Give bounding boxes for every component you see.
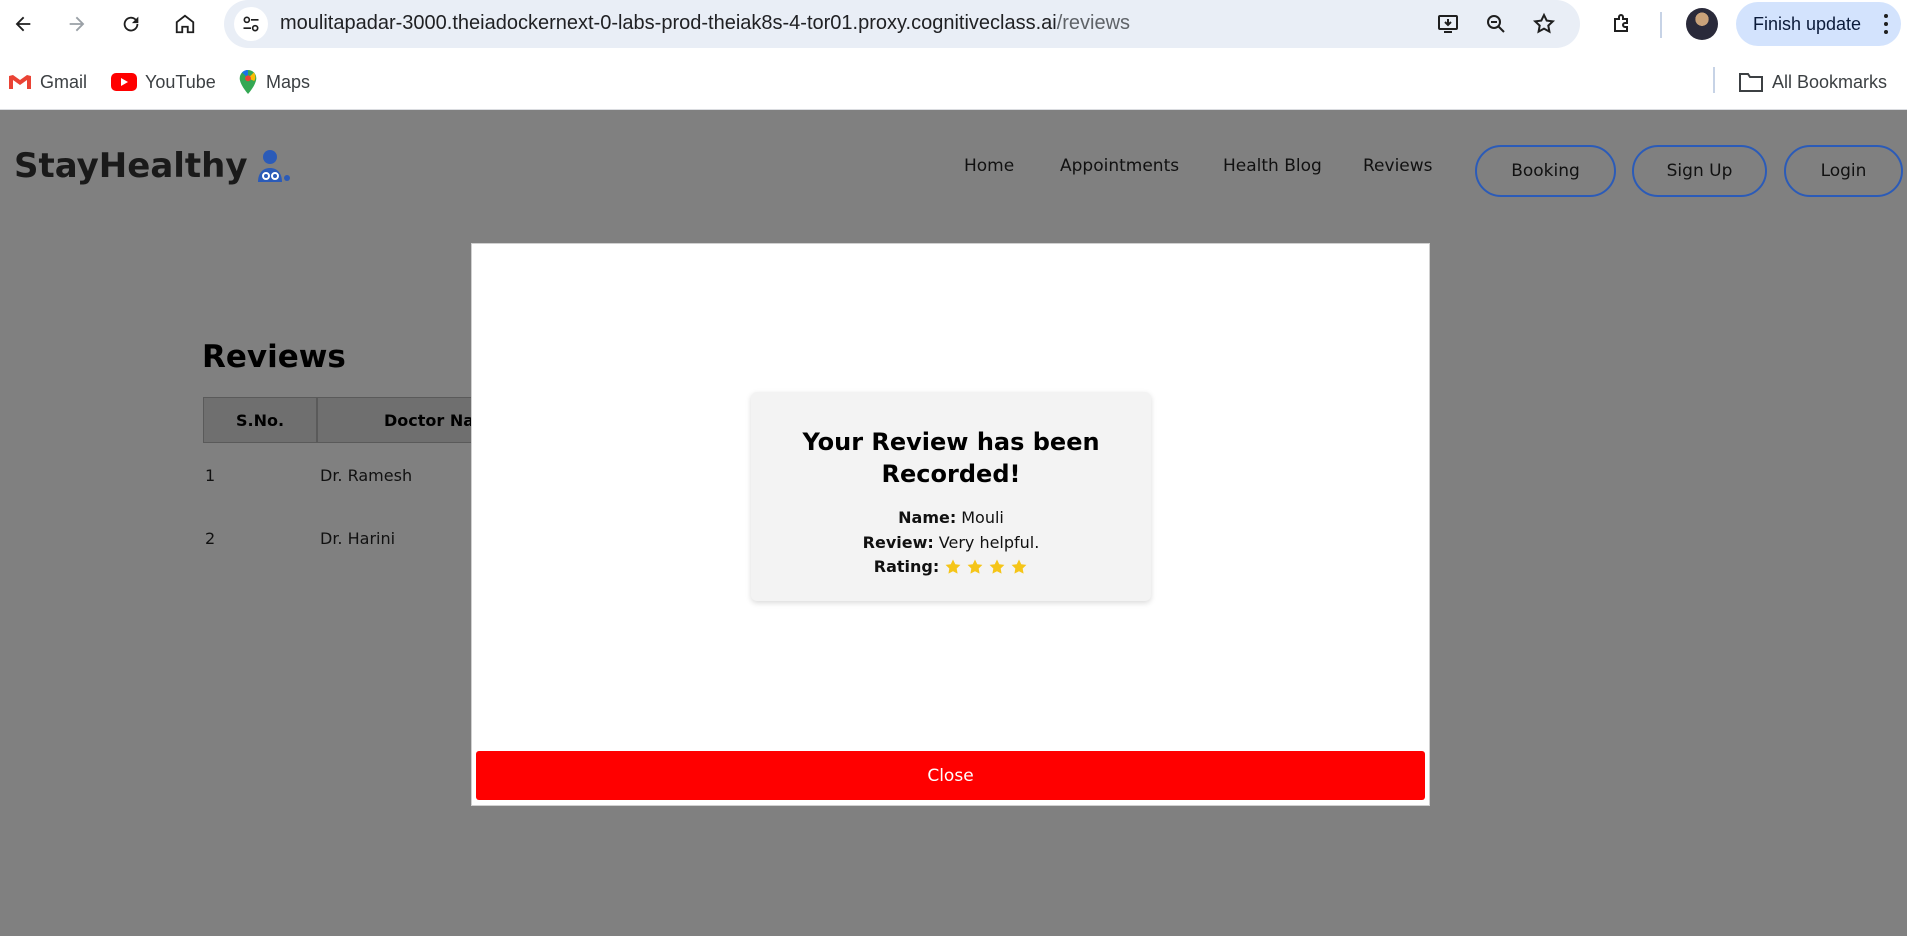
table-cell-doctor: Dr. Harini [320,529,396,548]
table-cell-sno: 2 [205,529,216,548]
profile-avatar[interactable] [1686,8,1718,40]
review-name-line: Name: Mouli [751,508,1151,527]
home-icon [175,14,195,34]
zoom-out-icon [1487,15,1505,33]
address-bar[interactable]: moulitapadar-3000.theiadockernext-0-labs… [224,0,1580,48]
column-header-sno: S.No. [203,397,317,443]
more-vert-icon [1883,14,1889,34]
all-bookmarks-button[interactable]: All Bookmarks [1738,67,1887,97]
home-button[interactable] [169,8,201,40]
rating-label: Rating: [873,557,940,576]
review-text-line: Review: Very helpful. [751,533,1151,552]
bookmark-youtube[interactable]: YouTube [111,67,216,97]
maps-icon [239,70,257,94]
site-logo[interactable]: StayHealthy [14,146,292,186]
table-cell-sno: 1 [205,466,216,485]
back-button[interactable] [7,8,39,40]
all-bookmarks-label: All Bookmarks [1772,71,1888,92]
arrow-left-icon [15,16,31,32]
install-app-button[interactable] [1434,10,1462,38]
column-header-doctor: Doctor Nar [317,397,473,443]
bookmark-label: Maps [266,71,311,92]
star-icon [945,559,961,574]
folder-icon [1739,73,1763,92]
rating-stars [944,558,1028,576]
nav-home[interactable]: Home [964,156,1014,176]
review-value: Very helpful. [938,533,1040,552]
reviews-heading: Reviews [202,339,346,375]
toolbar-divider [1660,12,1662,38]
finish-update-button[interactable]: Finish update [1736,2,1901,46]
gmail-icon [9,75,31,89]
column-header-doctor-label: Doctor Nar [384,410,473,430]
bookmark-gmail[interactable]: Gmail [8,67,87,97]
review-label: Review: [862,533,934,552]
youtube-icon [111,73,137,91]
nav-health-blog[interactable]: Health Blog [1223,156,1322,176]
star-outline-icon [1532,12,1556,34]
login-button[interactable]: Login [1784,145,1903,197]
close-button[interactable]: Close [476,751,1425,800]
star-icon [967,559,983,574]
reload-button[interactable] [115,8,147,40]
review-rating-line: Rating: [751,557,1151,576]
arrow-right-icon [69,16,85,32]
reload-icon [123,16,139,32]
review-confirmation-modal: Your Review has been Recorded! Name: Mou… [471,243,1430,806]
doctor-icon [257,150,290,182]
finish-update-label: Finish update [1753,14,1862,34]
logo-text: StayHealthy [14,146,248,186]
url-text[interactable]: moulitapadar-3000.theiadockernext-0-labs… [280,12,1130,35]
sign-up-button[interactable]: Sign Up [1632,145,1767,197]
bookmarks-divider [1713,67,1715,93]
bookmark-label: YouTube [145,71,216,92]
name-value: Mouli [961,508,1004,527]
bookmark-label: Gmail [40,71,88,92]
zoom-button[interactable] [1482,10,1510,38]
bookmarks-bar: Gmail YouTube Maps All Bookmarks [0,55,1907,110]
star-icon [989,559,1005,574]
puzzle-icon [1614,14,1628,32]
tune-icon [243,16,259,32]
extensions-button[interactable] [1606,8,1638,40]
nav-reviews[interactable]: Reviews [1363,156,1433,176]
bookmark-maps[interactable]: Maps [238,67,310,97]
star-icon [1011,559,1027,574]
review-summary-card: Your Review has been Recorded! Name: Mou… [751,392,1151,601]
booking-button[interactable]: Booking [1475,145,1616,197]
forward-button[interactable] [61,8,93,40]
bookmark-star-button[interactable] [1530,10,1558,38]
name-label: Name: [898,508,957,527]
table-cell-doctor: Dr. Ramesh [320,466,413,485]
install-icon [1438,15,1458,33]
browser-toolbar: moulitapadar-3000.theiadockernext-0-labs… [0,0,1907,55]
modal-title: Your Review has been Recorded! [802,428,1100,488]
site-info-button[interactable] [234,7,268,41]
nav-appointments[interactable]: Appointments [1060,156,1179,176]
